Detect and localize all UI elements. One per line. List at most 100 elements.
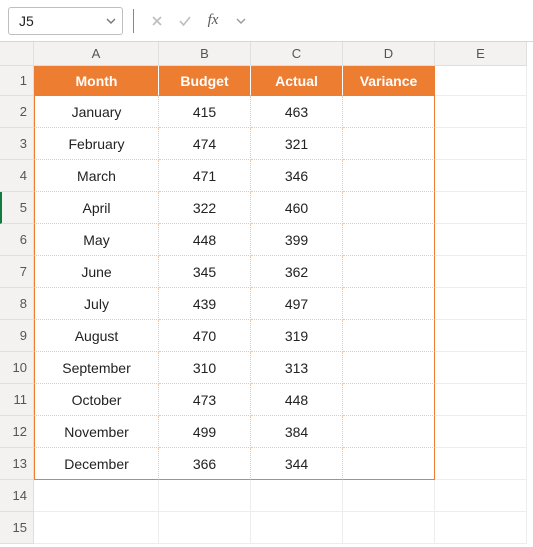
insert-function-icon[interactable]: fx <box>200 8 226 34</box>
table-header-cell[interactable]: Actual <box>251 66 343 96</box>
cell[interactable]: February <box>34 128 159 160</box>
cell[interactable] <box>34 512 159 544</box>
cell[interactable] <box>343 480 435 512</box>
row-header[interactable]: 4 <box>0 160 34 192</box>
row-header[interactable]: 9 <box>0 320 34 352</box>
cell[interactable] <box>343 160 435 192</box>
cell[interactable]: 415 <box>159 96 251 128</box>
cell[interactable] <box>435 224 527 256</box>
cell[interactable]: 362 <box>251 256 343 288</box>
cell[interactable]: January <box>34 96 159 128</box>
cell[interactable]: 322 <box>159 192 251 224</box>
cell[interactable] <box>343 320 435 352</box>
cell[interactable] <box>343 512 435 544</box>
cell[interactable]: 473 <box>159 384 251 416</box>
row-header[interactable]: 1 <box>0 66 34 96</box>
row-header[interactable]: 10 <box>0 352 34 384</box>
cell[interactable] <box>435 288 527 320</box>
row-header[interactable]: 7 <box>0 256 34 288</box>
cell[interactable] <box>435 66 527 96</box>
cell[interactable]: 463 <box>251 96 343 128</box>
cell[interactable]: 310 <box>159 352 251 384</box>
cell[interactable] <box>343 352 435 384</box>
enter-icon[interactable] <box>172 8 198 34</box>
cell[interactable]: 474 <box>159 128 251 160</box>
cell[interactable]: 344 <box>251 448 343 480</box>
cell[interactable]: 471 <box>159 160 251 192</box>
cell[interactable]: 470 <box>159 320 251 352</box>
cell[interactable] <box>343 416 435 448</box>
row-header[interactable]: 8 <box>0 288 34 320</box>
row-header[interactable]: 11 <box>0 384 34 416</box>
cell[interactable] <box>343 384 435 416</box>
row-header[interactable]: 2 <box>0 96 34 128</box>
cell[interactable]: 384 <box>251 416 343 448</box>
cell[interactable] <box>435 416 527 448</box>
formula-input[interactable] <box>262 7 525 35</box>
row-header[interactable]: 3 <box>0 128 34 160</box>
cell[interactable]: 319 <box>251 320 343 352</box>
chevron-down-icon[interactable] <box>228 8 254 34</box>
cell[interactable]: 313 <box>251 352 343 384</box>
cell[interactable] <box>435 480 527 512</box>
cell[interactable]: May <box>34 224 159 256</box>
column-header[interactable]: D <box>343 42 435 66</box>
cell[interactable]: April <box>34 192 159 224</box>
cell[interactable] <box>343 96 435 128</box>
cell[interactable] <box>435 128 527 160</box>
cell[interactable] <box>251 512 343 544</box>
table-header-cell[interactable]: Budget <box>159 66 251 96</box>
cell[interactable] <box>343 256 435 288</box>
row-header[interactable]: 6 <box>0 224 34 256</box>
cell[interactable] <box>343 288 435 320</box>
cell[interactable] <box>159 512 251 544</box>
cell[interactable]: October <box>34 384 159 416</box>
cell[interactable] <box>343 192 435 224</box>
cell[interactable]: 321 <box>251 128 343 160</box>
table-header-cell[interactable]: Month <box>34 66 159 96</box>
cell[interactable]: March <box>34 160 159 192</box>
cell[interactable]: 448 <box>159 224 251 256</box>
cell[interactable] <box>435 256 527 288</box>
cell[interactable]: September <box>34 352 159 384</box>
cell[interactable] <box>435 512 527 544</box>
select-all-corner[interactable] <box>0 42 34 66</box>
cell[interactable]: December <box>34 448 159 480</box>
cell[interactable]: June <box>34 256 159 288</box>
cell[interactable] <box>435 384 527 416</box>
cell[interactable] <box>159 480 251 512</box>
cell[interactable]: 399 <box>251 224 343 256</box>
column-header[interactable]: B <box>159 42 251 66</box>
cell[interactable] <box>34 480 159 512</box>
cell[interactable] <box>435 192 527 224</box>
cell[interactable] <box>343 128 435 160</box>
cell[interactable] <box>435 352 527 384</box>
column-header[interactable]: C <box>251 42 343 66</box>
cell[interactable]: 499 <box>159 416 251 448</box>
cancel-icon[interactable] <box>144 8 170 34</box>
cell[interactable]: 345 <box>159 256 251 288</box>
cell[interactable] <box>251 480 343 512</box>
cell[interactable]: July <box>34 288 159 320</box>
row-header[interactable]: 13 <box>0 448 34 480</box>
cell[interactable]: 439 <box>159 288 251 320</box>
cell[interactable]: 346 <box>251 160 343 192</box>
cell[interactable]: 460 <box>251 192 343 224</box>
cell[interactable]: November <box>34 416 159 448</box>
cell[interactable] <box>343 224 435 256</box>
cell[interactable] <box>435 160 527 192</box>
cell[interactable]: 497 <box>251 288 343 320</box>
name-box[interactable]: J5 <box>8 7 123 35</box>
column-header[interactable]: A <box>34 42 159 66</box>
cell[interactable] <box>435 320 527 352</box>
row-header[interactable]: 12 <box>0 416 34 448</box>
column-header[interactable]: E <box>435 42 527 66</box>
cell[interactable] <box>435 96 527 128</box>
row-header[interactable]: 5 <box>0 192 34 224</box>
cell[interactable]: 448 <box>251 384 343 416</box>
cell[interactable]: 366 <box>159 448 251 480</box>
cell[interactable] <box>343 448 435 480</box>
cell[interactable]: August <box>34 320 159 352</box>
table-header-cell[interactable]: Variance <box>343 66 435 96</box>
row-header[interactable]: 14 <box>0 480 34 512</box>
